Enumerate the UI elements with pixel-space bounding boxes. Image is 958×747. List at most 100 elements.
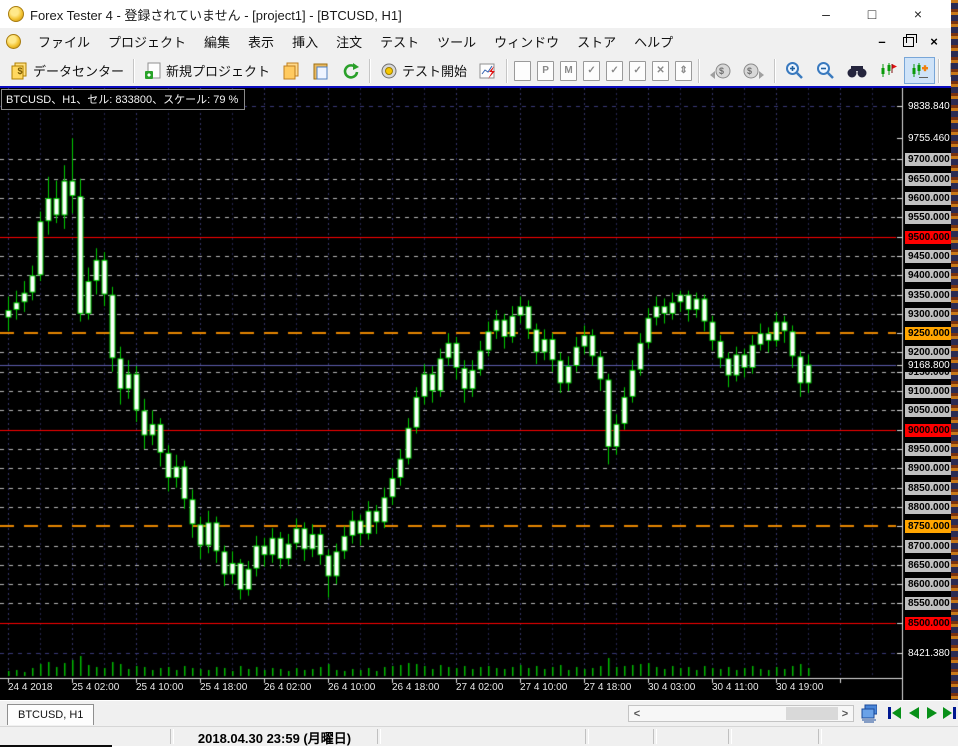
price-label: 9755.460 [905, 132, 952, 145]
status-separator [653, 729, 657, 744]
menu-item-4[interactable]: 挿入 [283, 28, 327, 55]
menu-item-7[interactable]: ツール [428, 28, 485, 55]
new-project-icon [144, 62, 162, 80]
zoom-out-button[interactable] [810, 57, 841, 84]
maximize-button[interactable]: □ [849, 0, 895, 28]
toolbar-separator [938, 58, 941, 83]
status-datetime: 2018.04.30 23:59 (月曜日) [197, 731, 352, 746]
app-logo-icon [8, 6, 24, 22]
start-test-label: テスト開始 [402, 64, 468, 79]
chart-lightning-icon [479, 62, 497, 80]
find-bar-button[interactable] [841, 59, 873, 83]
tile-charts-button[interactable] [860, 704, 877, 722]
candles-flag-icon [879, 61, 898, 80]
menu-item-6[interactable]: テスト [371, 28, 428, 55]
forex-tester-window: Forex Tester 4 - 登録されていません - [project1] … [0, 0, 958, 747]
new-project-label: 新規プロジェクト [166, 64, 271, 79]
gear-icon [380, 62, 398, 80]
mdi-restore-button[interactable] [899, 33, 917, 51]
order-doc-button-6[interactable]: ✕ [652, 60, 670, 81]
desktop-edge-strip [951, 0, 958, 700]
last-bar-icon [943, 707, 956, 719]
menu-item-5[interactable]: 注文 [327, 28, 371, 55]
menu-item-3[interactable]: 表示 [239, 28, 283, 55]
order-doc-button-2[interactable]: M [560, 60, 578, 81]
go-first-button[interactable] [886, 704, 903, 722]
restore-icon [902, 33, 917, 47]
toolbar-separator [698, 58, 701, 83]
order-doc-button-0[interactable] [514, 60, 532, 81]
status-separator [728, 729, 732, 744]
new-project-button[interactable]: 新規プロジェクト [138, 57, 276, 84]
jump-to-bar-button[interactable] [873, 57, 904, 84]
order-doc-button-4[interactable]: ✓ [606, 60, 624, 81]
price-label: 9450.000 [905, 250, 952, 263]
copy-icon [282, 62, 300, 80]
sell-order-button[interactable]: $ [703, 58, 737, 84]
mdi-minimize-button[interactable]: – [873, 33, 891, 51]
tab-btcusd-h1[interactable]: BTCUSD, H1 [7, 704, 95, 725]
order-doc-button-7[interactable]: ⇕ [675, 60, 693, 81]
scroll-right-button[interactable]: > [837, 706, 853, 721]
mdi-close-button[interactable]: × [925, 33, 943, 51]
app-logo-icon [6, 34, 21, 49]
start-test-button[interactable]: テスト開始 [374, 57, 473, 84]
refresh-icon [342, 62, 360, 80]
title-bar: Forex Tester 4 - 登録されていません - [project1] … [0, 0, 951, 29]
chart-horizontal-scrollbar[interactable]: < > [628, 705, 854, 722]
quick-test-button[interactable] [473, 58, 503, 84]
order-doc-button-3[interactable]: ✓ [583, 60, 601, 81]
price-label: 9250.000 [905, 327, 952, 340]
buy-order-button[interactable]: $ [737, 58, 771, 84]
order-doc-button-1[interactable]: P [537, 60, 555, 81]
time-label: 27 4 02:00 [456, 682, 504, 693]
next-bar-icon [927, 707, 937, 719]
data-center-button[interactable]: $ データセンター [5, 57, 130, 84]
step-forward-button[interactable] [924, 704, 941, 722]
menu-item-1[interactable]: プロジェクト [99, 28, 195, 55]
price-label: 9350.000 [905, 289, 952, 302]
order-doc-button-5[interactable]: ✓ [629, 60, 647, 81]
zoom-out-icon [816, 61, 835, 80]
scrollbar-thumb[interactable] [786, 707, 838, 720]
price-label: 9838.840 [905, 100, 952, 113]
window-title: Forex Tester 4 - 登録されていません - [project1] … [30, 7, 402, 23]
menu-item-10[interactable]: ヘルプ [625, 28, 682, 55]
zoom-in-icon [785, 61, 804, 80]
add-bars-button[interactable] [904, 57, 936, 84]
price-label: 8750.000 [905, 520, 952, 533]
time-label: 30 4 19:00 [776, 682, 824, 693]
minimize-button[interactable]: – [803, 0, 849, 28]
money-bag-right-icon: $ [743, 62, 765, 80]
toolbar-separator [506, 58, 509, 83]
zoom-in-button[interactable] [779, 57, 810, 84]
close-button[interactable]: × [895, 0, 941, 28]
restart-project-button[interactable] [336, 58, 366, 84]
time-label: 26 4 02:00 [264, 682, 312, 693]
chart-windows-icon [861, 704, 877, 722]
status-separator [585, 729, 589, 744]
step-back-button[interactable] [905, 704, 922, 722]
price-label: 9100.000 [905, 385, 952, 398]
time-label: 27 4 18:00 [584, 682, 632, 693]
menu-item-0[interactable]: ファイル [29, 28, 99, 55]
price-label: 8421.380 [905, 647, 952, 660]
go-last-button[interactable] [941, 704, 958, 722]
menu-item-8[interactable]: ウィンドウ [485, 28, 568, 55]
time-label: 26 4 10:00 [328, 682, 376, 693]
status-bar: 2018.04.30 23:59 (月曜日) [0, 726, 958, 746]
previous-bar-icon [909, 707, 919, 719]
candlestick-chart-canvas[interactable] [0, 88, 951, 700]
menu-item-9[interactable]: ストア [568, 28, 625, 55]
price-label: 8800.000 [905, 501, 952, 514]
price-label: 9400.000 [905, 269, 952, 282]
time-label: 30 4 03:00 [648, 682, 696, 693]
scroll-left-button[interactable]: < [629, 706, 645, 721]
time-label: 24 4 2018 [8, 682, 53, 693]
time-label: 25 4 02:00 [72, 682, 120, 693]
menu-item-2[interactable]: 編集 [195, 28, 239, 55]
save-project-button[interactable] [306, 58, 336, 84]
chart-info-label: BTCUSD、H1、セル: 833800、スケール: 79 % [1, 89, 246, 110]
open-project-button[interactable] [276, 58, 306, 84]
first-bar-icon [888, 707, 901, 719]
